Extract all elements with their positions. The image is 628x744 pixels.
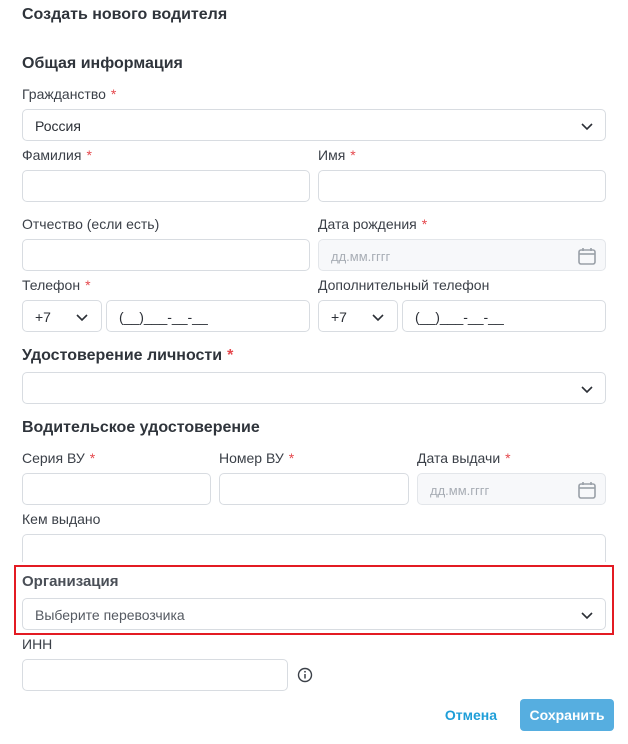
extra-phone-mask: (__)___-__-__: [415, 309, 504, 325]
license-number-input[interactable]: [219, 473, 409, 505]
save-button[interactable]: Сохранить: [520, 699, 614, 731]
last-name-label: Фамилия *: [22, 147, 92, 163]
license-heading: Водительское удостоверение: [22, 419, 260, 436]
chevron-down-icon: [76, 314, 88, 322]
license-number-label: Номер ВУ *: [219, 450, 295, 466]
citizenship-label: Гражданство *: [22, 86, 117, 102]
first-name-input[interactable]: [318, 170, 606, 202]
birth-date-label: Дата рождения *: [318, 216, 428, 232]
organization-select[interactable]: Выберите перевозчика: [22, 598, 606, 630]
cancel-button[interactable]: Отмена: [440, 700, 502, 730]
issue-date-input[interactable]: дд.мм.гггг: [417, 473, 606, 505]
phone-input[interactable]: (__)___-__-__: [106, 300, 310, 332]
last-name-input[interactable]: [22, 170, 310, 202]
citizenship-value: Россия: [35, 118, 81, 134]
inn-input[interactable]: [22, 659, 288, 691]
calendar-icon[interactable]: [577, 246, 597, 266]
dialog-title: Создать нового водителя: [22, 6, 228, 23]
extra-phone-code-select[interactable]: +7: [318, 300, 398, 332]
patronymic-label: Отчество (если есть): [22, 216, 160, 232]
citizenship-select[interactable]: Россия: [22, 109, 606, 141]
section-general-heading: Общая информация: [22, 55, 183, 72]
calendar-icon[interactable]: [577, 480, 597, 500]
chevron-down-icon: [581, 123, 593, 131]
extra-phone-code-value: +7: [331, 309, 347, 325]
chevron-down-icon: [581, 612, 593, 620]
first-name-label: Имя *: [318, 147, 356, 163]
issued-by-input[interactable]: [22, 534, 606, 562]
extra-phone-label: Дополнительный телефон: [318, 277, 490, 293]
phone-code-value: +7: [35, 309, 51, 325]
license-series-label: Серия ВУ *: [22, 450, 96, 466]
identity-heading: Удостоверение личности *: [22, 347, 234, 364]
birth-date-placeholder: дд.мм.гггг: [331, 249, 391, 264]
issued-by-label: Кем выдано: [22, 511, 101, 527]
issue-date-label: Дата выдачи *: [417, 450, 511, 466]
phone-mask: (__)___-__-__: [119, 309, 208, 325]
info-icon[interactable]: [297, 667, 313, 683]
organization-label: Организация: [22, 573, 119, 590]
chevron-down-icon: [581, 386, 593, 394]
birth-date-input[interactable]: дд.мм.гггг: [318, 239, 606, 271]
identity-select[interactable]: [22, 372, 606, 404]
organization-placeholder: Выберите перевозчика: [35, 607, 185, 623]
patronymic-input[interactable]: [22, 239, 310, 271]
inn-label: ИНН: [22, 636, 53, 652]
license-series-input[interactable]: [22, 473, 211, 505]
chevron-down-icon: [372, 314, 384, 322]
issue-date-placeholder: дд.мм.гггг: [430, 483, 490, 498]
extra-phone-input[interactable]: (__)___-__-__: [402, 300, 606, 332]
phone-code-select[interactable]: +7: [22, 300, 102, 332]
phone-label: Телефон *: [22, 277, 91, 293]
